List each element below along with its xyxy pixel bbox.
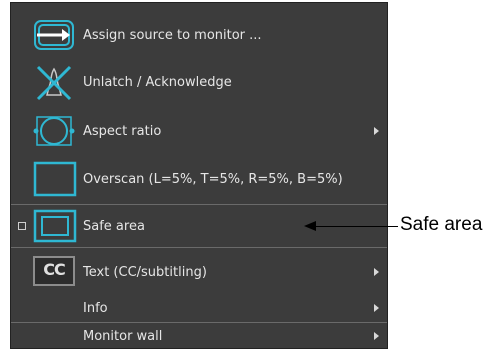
cc-icon-text: CC <box>43 260 65 279</box>
menu-item-label: Info <box>83 300 108 316</box>
overscan-icon <box>33 161 77 197</box>
submenu-arrow-icon <box>374 332 379 340</box>
closed-caption-icon: CC <box>33 256 75 286</box>
menu-item-label: Text (CC/subtitling) <box>83 264 207 280</box>
menu-separator <box>11 322 387 323</box>
menu-item-label: Overscan (L=5%, T=5%, R=5%, B=5%) <box>83 171 343 187</box>
menu-item-assign-source[interactable]: Assign source to monitor ... <box>11 15 387 55</box>
menu-item-label: Aspect ratio <box>83 123 162 139</box>
menu-separator <box>11 247 387 248</box>
submenu-arrow-icon <box>374 268 379 276</box>
assign-source-icon <box>33 18 75 52</box>
menu-item-monitor-wall[interactable]: Monitor wall <box>11 325 387 347</box>
menu-item-label: Safe area <box>83 218 145 234</box>
menu-item-overscan[interactable]: Overscan (L=5%, T=5%, R=5%, B=5%) <box>11 158 387 200</box>
callout-arrow-icon <box>304 221 316 231</box>
menu-item-text-cc[interactable]: CC Text (CC/subtitling) <box>11 253 387 291</box>
unlatch-icon <box>33 63 75 101</box>
safe-area-icon <box>33 209 77 243</box>
menu-item-label: Unlatch / Acknowledge <box>83 74 232 90</box>
menu-item-info[interactable]: Info <box>11 297 387 319</box>
menu-item-unlatch[interactable]: Unlatch / Acknowledge <box>11 61 387 103</box>
submenu-arrow-icon <box>374 127 379 135</box>
menu-item-aspect-ratio[interactable]: Aspect ratio <box>11 111 387 151</box>
menu-item-label: Monitor wall <box>83 328 163 344</box>
context-menu: Assign source to monitor ... Unlatch / A… <box>10 2 388 349</box>
callout-line <box>310 226 398 227</box>
safe-area-checkbox[interactable] <box>18 222 26 230</box>
menu-separator <box>11 204 387 205</box>
submenu-arrow-icon <box>374 304 379 312</box>
callout-label: Safe area <box>400 214 483 235</box>
aspect-ratio-icon <box>33 114 75 148</box>
menu-item-label: Assign source to monitor ... <box>83 27 262 43</box>
